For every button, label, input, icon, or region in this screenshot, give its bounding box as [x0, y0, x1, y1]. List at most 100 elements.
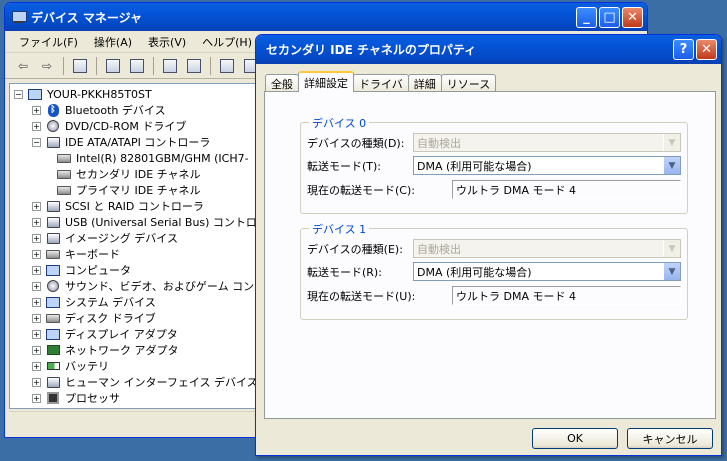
window-title: デバイス マネージャ	[31, 10, 142, 25]
disk-icon	[56, 151, 72, 165]
expand-icon[interactable]: +	[32, 201, 41, 211]
expand-icon[interactable]: +	[32, 265, 41, 275]
tab-general[interactable]: 全般	[265, 74, 299, 92]
device-manager-titlebar[interactable]: デバイス マネージャ _ □ ✕	[5, 3, 647, 31]
properties-icon[interactable]	[103, 57, 123, 75]
dialog-titlebar[interactable]: セカンダリ IDE チャネルのプロパティ ? ✕	[256, 35, 721, 64]
device-0-mode-row: 転送モード(T): DMA (利用可能な場合) ▼	[307, 156, 681, 176]
tab-advanced-settings[interactable]: 詳細設定	[298, 71, 354, 92]
menu-action[interactable]: 操作(A)	[86, 34, 140, 50]
print-icon[interactable]	[127, 57, 147, 75]
device-type-label: デバイスの種類(E):	[307, 243, 403, 256]
expand-icon[interactable]: +	[32, 393, 41, 403]
keyboard-icon	[45, 247, 61, 261]
expand-icon[interactable]: +	[32, 297, 41, 307]
forward-arrow-icon[interactable]: ⇨	[37, 57, 57, 75]
tree-node-label: IDE ATA/ATAPI コントローラ	[65, 136, 211, 149]
expand-icon[interactable]: +	[32, 313, 41, 323]
device-1-mode-row: 転送モード(R): DMA (利用可能な場合) ▼	[307, 262, 681, 282]
expand-icon[interactable]: +	[32, 217, 41, 227]
close-button[interactable]: ✕	[622, 6, 643, 28]
tree-node-label: DVD/CD-ROM ドライブ	[65, 120, 187, 133]
expand-icon[interactable]: +	[32, 345, 41, 355]
cancel-button[interactable]: キャンセル	[627, 428, 713, 449]
tree-node-label: ヒューマン インターフェイス デバイス	[65, 376, 258, 389]
tree-node-label: サウンド、ビデオ、およびゲーム コントロー	[65, 280, 288, 293]
tree-node-label: セカンダリ IDE チャネル	[76, 168, 201, 181]
tab-details[interactable]: 詳細	[407, 74, 442, 92]
device-0-group: デバイス 0 デバイスの種類(D): 自動検出 ▼ 転送モード(T): DMA …	[300, 115, 688, 214]
tree-node-label: Bluetooth デバイス	[65, 104, 166, 117]
tree-node-label: Intel(R) 82801GBM/GHM (ICH7-	[76, 151, 249, 165]
collapse-icon[interactable]: −	[14, 89, 23, 99]
hid-icon	[45, 375, 61, 389]
disc-icon	[45, 119, 61, 133]
tree-node-label: プライマリ IDE チャネル	[76, 184, 201, 197]
computer-icon	[45, 295, 61, 309]
advanced-settings-panel: デバイス 0 デバイスの種類(D): 自動検出 ▼ 転送モード(T): DMA …	[264, 91, 716, 419]
maximize-button[interactable]: □	[599, 6, 620, 28]
processor-icon	[45, 391, 61, 405]
device-1-type-select: 自動検出 ▼	[413, 239, 681, 258]
expand-icon[interactable]: +	[32, 329, 41, 339]
device-type-label: デバイスの種類(D):	[307, 137, 405, 150]
chevron-down-icon[interactable]: ▼	[663, 263, 680, 280]
device-1-mode-value: DMA (利用可能な場合)	[417, 265, 532, 279]
menu-file[interactable]: ファイル(F)	[11, 34, 86, 50]
device-1-current-mode-readout: ウルトラ DMA モード 4	[452, 286, 681, 305]
usb-icon	[45, 215, 61, 229]
tab-strip: 全般 詳細設定 ドライバ 詳細 リソース	[265, 70, 497, 92]
device-0-current-row: 現在の転送モード(C): ウルトラ DMA モード 4	[307, 180, 681, 200]
expand-icon[interactable]: +	[32, 121, 41, 131]
device-manager-icon	[11, 10, 27, 24]
network-icon	[45, 343, 61, 357]
ok-button[interactable]: OK	[532, 428, 618, 449]
tree-node-label: プロセッサ	[65, 392, 120, 405]
properties-dialog: セカンダリ IDE チャネルのプロパティ ? ✕ 全般 詳細設定 ドライバ 詳細…	[255, 34, 722, 456]
bluetooth-icon: ᛒ	[45, 103, 61, 117]
toolbar-separator	[63, 56, 64, 75]
tree-node-label: ディスプレイ アダプタ	[65, 328, 178, 341]
show-hide-tree-icon[interactable]	[70, 57, 90, 75]
collapse-icon[interactable]: −	[32, 137, 41, 147]
expand-icon[interactable]: +	[32, 377, 41, 387]
menu-help[interactable]: ヘルプ(H)	[194, 34, 260, 50]
minimize-button[interactable]: _	[576, 6, 597, 28]
device-0-transfer-mode-select[interactable]: DMA (利用可能な場合) ▼	[413, 156, 681, 175]
controller-icon	[45, 135, 61, 149]
back-arrow-icon[interactable]: ⇦	[13, 57, 33, 75]
help-button[interactable]: ?	[673, 39, 694, 60]
expand-icon[interactable]: +	[32, 105, 41, 115]
tab-driver[interactable]: ドライバ	[353, 74, 409, 92]
device-0-type-value: 自動検出	[417, 136, 461, 150]
expand-icon[interactable]: +	[32, 233, 41, 243]
tree-node-label: イメージング デバイス	[65, 232, 178, 245]
dialog-close-button[interactable]: ✕	[696, 39, 717, 60]
controller-icon	[45, 199, 61, 213]
tree-node-label: キーボード	[65, 248, 120, 261]
device-1-transfer-mode-select[interactable]: DMA (利用可能な場合) ▼	[413, 262, 681, 281]
view-icon[interactable]	[184, 57, 204, 75]
chevron-down-icon: ▼	[663, 240, 680, 257]
chevron-down-icon: ▼	[663, 134, 680, 151]
device-1-type-value: 自動検出	[417, 242, 461, 256]
device-1-type-row: デバイスの種類(E): 自動検出 ▼	[307, 239, 681, 259]
scan-hardware-icon[interactable]	[217, 57, 237, 75]
help-icon[interactable]	[160, 57, 180, 75]
tree-node-label: SCSI と RAID コントローラ	[65, 200, 204, 213]
menu-view[interactable]: 表示(V)	[140, 34, 194, 50]
expand-icon[interactable]: +	[32, 361, 41, 371]
expand-icon[interactable]: +	[32, 249, 41, 259]
sound-icon	[45, 279, 61, 293]
display-icon	[45, 327, 61, 341]
tree-node-label: コンピュータ	[65, 264, 131, 277]
computer-icon	[27, 87, 43, 101]
chevron-down-icon[interactable]: ▼	[663, 157, 680, 174]
computer-icon	[45, 263, 61, 277]
device-0-label: デバイス 0	[309, 115, 370, 131]
expand-icon[interactable]: +	[32, 281, 41, 291]
disk-icon	[56, 183, 72, 197]
tree-node-label: ディスク ドライブ	[65, 312, 156, 325]
tab-resources[interactable]: リソース	[440, 74, 497, 92]
tree-node-label: USB (Universal Serial Bus) コントロー	[65, 216, 268, 229]
